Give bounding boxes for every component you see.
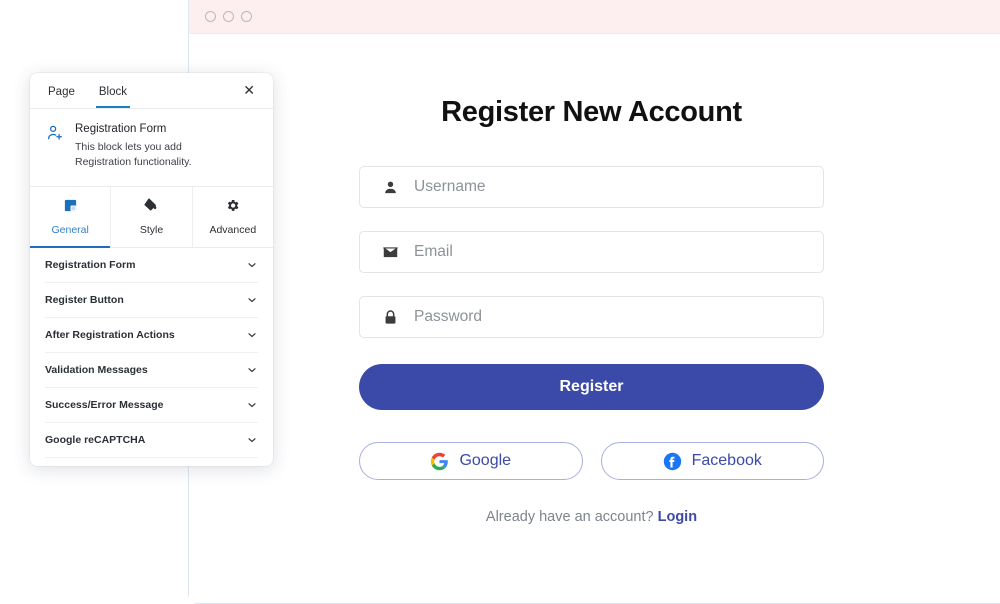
window-minimize-dot[interactable] xyxy=(223,11,234,22)
accordion-label: Registration Form xyxy=(45,259,136,272)
window-maximize-dot[interactable] xyxy=(241,11,252,22)
username-placeholder: Username xyxy=(414,178,486,195)
accordion-item-google-recaptcha[interactable]: Google reCAPTCHA xyxy=(45,423,258,459)
accordion-item-validation-messages[interactable]: Validation Messages xyxy=(45,353,258,389)
google-icon xyxy=(430,452,449,471)
username-field[interactable]: Username xyxy=(359,166,824,208)
accordion-item-after-registration-actions[interactable]: After Registration Actions xyxy=(45,318,258,354)
register-form: Register New Account Username Email Pass… xyxy=(359,96,824,525)
block-settings-panel: Page Block ✕ Registration Form This bloc… xyxy=(30,73,273,467)
accordion-label: Google reCAPTCHA xyxy=(45,434,146,447)
window-controls xyxy=(205,11,252,22)
accordion-label: Success/Error Message xyxy=(45,399,164,412)
panel-tabs: Page Block ✕ xyxy=(30,73,273,109)
general-square-icon xyxy=(30,196,110,214)
window-close-dot[interactable] xyxy=(205,11,216,22)
person-add-icon xyxy=(46,124,64,142)
gear-icon xyxy=(193,196,273,214)
tab-advanced[interactable]: Advanced xyxy=(193,187,273,247)
email-placeholder: Email xyxy=(414,243,453,260)
lock-icon xyxy=(382,309,399,326)
block-info: Registration Form This block lets you ad… xyxy=(30,109,273,188)
facebook-login-label: Facebook xyxy=(691,452,762,469)
browser-content: Register New Account Username Email Pass… xyxy=(189,34,1000,603)
email-field[interactable]: Email xyxy=(359,231,824,273)
paint-bucket-icon xyxy=(111,196,191,214)
tab-style[interactable]: Style xyxy=(111,187,193,248)
accordion-label: Register Button xyxy=(45,294,124,307)
accordion-item-success-error-message[interactable]: Success/Error Message xyxy=(45,388,258,424)
password-placeholder: Password xyxy=(414,308,483,325)
google-login-button[interactable]: Google xyxy=(359,442,583,480)
chevron-down-icon xyxy=(246,294,258,306)
chevron-down-icon xyxy=(246,259,258,271)
tab-general-label: General xyxy=(51,224,89,237)
tab-block[interactable]: Block xyxy=(95,75,131,108)
block-info-description: This block lets you add Registration fun… xyxy=(75,141,192,169)
block-info-title: Registration Form xyxy=(75,123,167,135)
close-icon[interactable]: ✕ xyxy=(243,83,255,99)
accordion-label: After Registration Actions xyxy=(45,329,175,342)
facebook-login-button[interactable]: Facebook xyxy=(600,442,824,480)
register-button[interactable]: Register xyxy=(359,364,824,410)
browser-titlebar xyxy=(189,0,1000,34)
panel-segment-tabs: General Style Advanced xyxy=(30,187,273,249)
chevron-down-icon xyxy=(246,434,258,446)
chevron-down-icon xyxy=(246,329,258,341)
accordion-label: Validation Messages xyxy=(45,364,148,377)
password-field[interactable]: Password xyxy=(359,296,824,338)
login-prompt: Already have an account? Login xyxy=(359,509,824,525)
envelope-icon xyxy=(382,244,399,261)
facebook-icon xyxy=(663,452,682,471)
chevron-down-icon xyxy=(246,364,258,376)
person-icon xyxy=(382,179,399,196)
accordion-item-register-button[interactable]: Register Button xyxy=(45,283,258,319)
browser-window: Register New Account Username Email Pass… xyxy=(188,0,1000,604)
page-title: Register New Account xyxy=(441,96,742,128)
tab-style-label: Style xyxy=(139,224,164,237)
google-login-label: Google xyxy=(459,452,512,469)
tab-general[interactable]: General xyxy=(30,187,112,249)
settings-accordion-list: Registration Form Register Button After … xyxy=(30,248,273,466)
login-link[interactable]: Login xyxy=(658,509,697,525)
tab-advanced-label: Advanced xyxy=(209,224,257,237)
chevron-down-icon xyxy=(246,399,258,411)
social-login-row: Google Facebook xyxy=(359,442,824,480)
tab-page[interactable]: Page xyxy=(48,75,75,107)
login-prompt-text: Already have an account? xyxy=(485,509,654,525)
accordion-item-registration-form[interactable]: Registration Form xyxy=(45,248,258,284)
